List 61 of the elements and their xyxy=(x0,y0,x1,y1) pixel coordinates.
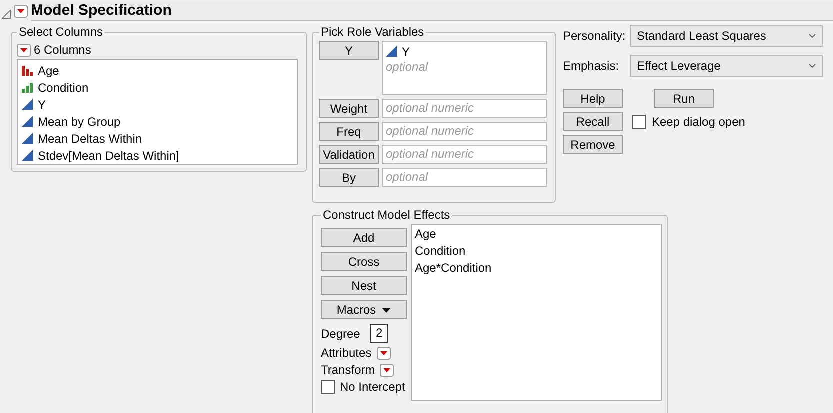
dropdown-menu-icon[interactable] xyxy=(376,346,391,360)
role-button[interactable]: Y xyxy=(319,41,379,60)
placeholder-text: optional xyxy=(386,170,430,185)
role-button[interactable]: Weight xyxy=(319,99,379,118)
role-field[interactable]: Y optional xyxy=(382,41,547,95)
panel-title: Construct Model Effects xyxy=(322,208,452,222)
collapse-triangle-icon[interactable] xyxy=(2,10,11,18)
column-item[interactable]: Condition xyxy=(38,80,89,94)
effect-item[interactable]: Age xyxy=(415,226,658,243)
chevron-icon xyxy=(809,34,816,38)
effect-button[interactable]: Cross xyxy=(321,252,407,271)
placeholder-text: optional numeric xyxy=(386,101,476,116)
effect-item[interactable]: Age*Condition xyxy=(415,260,658,277)
placeholder-text: optional numeric xyxy=(386,124,476,139)
bar-chart-icon xyxy=(22,82,34,93)
placeholder-text: optional xyxy=(386,60,430,75)
placeholder-text: optional numeric xyxy=(386,147,476,162)
setting-label: Emphasis: xyxy=(563,59,620,73)
role-item: Y xyxy=(402,44,410,58)
column-item[interactable]: Mean by Group xyxy=(38,114,121,128)
panel-title: Select Columns xyxy=(18,25,104,39)
effect-item[interactable]: Condition xyxy=(415,243,658,260)
checkbox-label: Keep dialog open xyxy=(652,114,746,128)
menu-label: Attributes xyxy=(321,346,372,360)
remove-button[interactable]: Remove xyxy=(563,135,623,154)
degree-field[interactable]: 2 xyxy=(370,324,388,343)
role-button[interactable]: Freq xyxy=(319,122,379,141)
dropdown[interactable]: Effect Leverage xyxy=(630,55,823,77)
dropdown[interactable]: Standard Least Squares xyxy=(630,25,823,47)
effect-button[interactable]: Add xyxy=(321,228,407,247)
triangle-icon xyxy=(22,116,34,127)
dropdown-menu-icon[interactable] xyxy=(14,4,28,18)
dropdown-menu-icon[interactable] xyxy=(17,44,31,56)
column-item[interactable]: Age xyxy=(38,64,60,78)
checkbox[interactable] xyxy=(632,114,646,128)
caret-icon xyxy=(382,308,392,313)
bar-chart-icon xyxy=(22,65,34,76)
triangle-icon xyxy=(22,150,34,161)
triangle-icon xyxy=(386,46,398,57)
menu-label: Transform xyxy=(321,363,376,377)
triangle-icon xyxy=(22,99,34,110)
dropdown-menu-icon[interactable] xyxy=(380,364,394,376)
column-item[interactable]: Y xyxy=(38,98,46,112)
triangle-icon xyxy=(22,133,34,144)
column-count-label: 6 Columns xyxy=(34,43,92,57)
degree-label: Degree xyxy=(321,326,360,340)
role-button[interactable]: By xyxy=(319,168,379,187)
setting-label: Personality: xyxy=(563,29,627,43)
role-button[interactable]: Validation xyxy=(319,145,379,164)
checkbox[interactable] xyxy=(321,380,335,394)
column-item[interactable]: Mean Deltas Within xyxy=(38,132,142,146)
section-title: Model Specification xyxy=(31,1,833,21)
column-item[interactable]: Stdev[Mean Deltas Within] xyxy=(38,148,180,162)
chevron-icon xyxy=(809,64,816,68)
run-button[interactable]: Run xyxy=(654,89,714,108)
recall-button[interactable]: Recall xyxy=(563,112,623,131)
menu-button[interactable]: Macros xyxy=(321,300,407,319)
help-button[interactable]: Help xyxy=(563,89,623,108)
panel-title: Pick Role Variables xyxy=(320,25,426,39)
checkbox-label: No Intercept xyxy=(340,380,406,394)
effect-button[interactable]: Nest xyxy=(321,276,407,295)
